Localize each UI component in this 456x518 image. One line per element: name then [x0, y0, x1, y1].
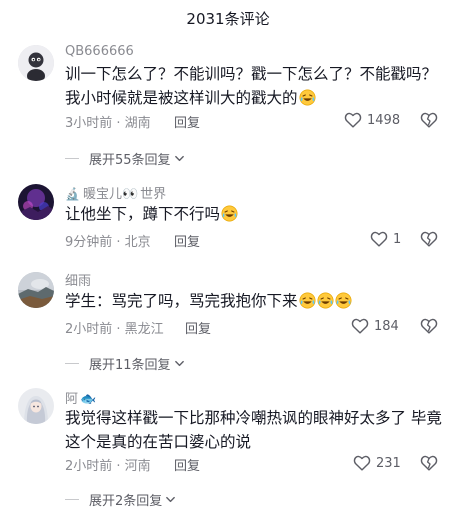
- comment-text: 学生：骂完了吗，骂完我抱你下来: [65, 289, 445, 313]
- comment-username[interactable]: 细雨: [65, 270, 91, 289]
- heart-outline-icon: [350, 316, 370, 336]
- fish-emoji: 🐟: [80, 392, 97, 407]
- broken-heart-icon[interactable]: [419, 229, 439, 249]
- expand-replies-button[interactable]: 展开55条回复: [65, 149, 185, 168]
- heart-outline-icon: [369, 229, 389, 249]
- heart-outline-icon: [352, 453, 372, 473]
- reply-button[interactable]: 回复: [174, 112, 200, 131]
- laughing-crying-emoji-icon: [221, 205, 238, 222]
- like-button[interactable]: 231: [352, 453, 401, 473]
- like-button[interactable]: 184: [350, 316, 399, 336]
- like-count: 231: [376, 455, 401, 471]
- comment-username[interactable]: 阿 🐟: [65, 388, 96, 407]
- like-count: 1498: [367, 112, 401, 128]
- comment-text: 让他坐下，蹲下不行吗: [65, 202, 445, 226]
- laughing-crying-emoji-icon: [317, 292, 334, 309]
- chevron-down-icon: [165, 494, 176, 505]
- divider: [65, 499, 79, 500]
- reply-button[interactable]: 回复: [174, 231, 200, 250]
- laughing-crying-emoji-icon: [299, 89, 316, 106]
- eyes-emoji: 👀: [121, 187, 139, 202]
- laughing-crying-emoji-icon: [299, 292, 316, 309]
- chevron-down-icon: [174, 358, 185, 369]
- comments-panel: 2031条评论 QB666666 训一下怎么了？不能训吗？戳一下怎么了？不能戳吗…: [0, 0, 456, 518]
- like-button[interactable]: 1498: [343, 110, 400, 130]
- like-button[interactable]: 1: [369, 229, 401, 249]
- comment-time-location: 9分钟前 · 北京: [65, 235, 151, 250]
- broken-heart-icon[interactable]: [419, 316, 439, 336]
- comment-time-location: 2小时前 · 河南: [65, 459, 151, 474]
- comment-time-location: 3小时前 · 湖南: [65, 116, 151, 131]
- heart-outline-icon: [343, 110, 363, 130]
- avatar[interactable]: [18, 45, 54, 81]
- laughing-crying-emoji-icon: [335, 292, 352, 309]
- comment-username[interactable]: 🔬 暖宝儿👀 世界: [65, 183, 166, 202]
- like-count: 1: [393, 231, 402, 247]
- comment-username[interactable]: QB666666: [65, 44, 134, 59]
- broken-heart-icon[interactable]: [419, 110, 439, 130]
- chevron-down-icon: [174, 153, 185, 164]
- microscope-icon: 🔬: [65, 187, 80, 201]
- comment-time-location: 2小时前 · 黑龙江: [65, 322, 164, 337]
- comment-text: 我觉得这样戳一下比那种冷嘲热讽的眼神好太多了 毕竟这个是真的在苦口婆心的说: [65, 409, 442, 451]
- comment-text: 训一下怎么了？不能训吗？戳一下怎么了？不能戳吗？我小时候就是被这样训大的戳大的: [65, 65, 438, 107]
- avatar[interactable]: [18, 184, 54, 220]
- expand-replies-button[interactable]: 展开2条回复: [65, 490, 176, 509]
- reply-button[interactable]: 回复: [174, 455, 200, 474]
- divider: [65, 363, 79, 364]
- divider: [65, 158, 79, 159]
- like-count: 184: [374, 318, 399, 334]
- avatar[interactable]: [18, 272, 54, 308]
- comment-count-title: 2031条评论: [186, 10, 270, 28]
- expand-replies-button[interactable]: 展开11条回复: [65, 354, 185, 373]
- reply-button[interactable]: 回复: [185, 318, 211, 337]
- broken-heart-icon[interactable]: [419, 453, 439, 473]
- avatar[interactable]: [18, 388, 54, 424]
